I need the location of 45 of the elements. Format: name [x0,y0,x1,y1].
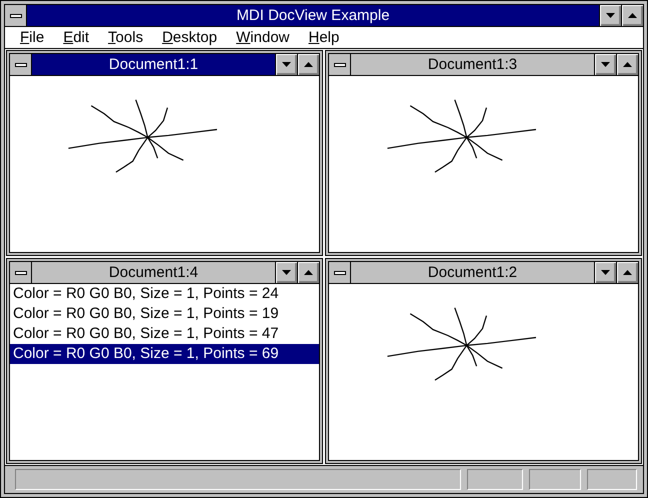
maximize-button[interactable] [297,262,319,283]
minimize-icon [601,270,610,275]
window-title: MDI DocView Example [235,6,391,26]
system-menu-icon [14,270,26,274]
menu-item[interactable]: Tools [99,27,154,48]
status-pane [467,469,523,490]
system-menu-button[interactable] [5,5,27,26]
menu-item[interactable]: File [11,27,54,48]
document-title: Document1:2 [426,263,518,283]
status-pane [587,469,637,490]
maximize-icon [628,13,637,18]
minimize-button[interactable] [599,5,621,26]
menu-item[interactable]: Edit [54,27,100,48]
system-menu-icon [334,62,346,66]
menu-item[interactable]: Desktop [153,27,228,48]
document-title: Document1:3 [426,55,518,75]
system-menu-button[interactable] [10,54,32,75]
list-item[interactable]: Color = R0 G0 B0, Size = 1, Points = 19 [10,304,319,324]
maximize-button[interactable] [616,54,638,75]
status-pane [529,469,581,490]
list-item[interactable]: Color = R0 G0 B0, Size = 1, Points = 69 [10,344,319,364]
document-title: Document1:4 [108,263,200,283]
maximize-button[interactable] [616,262,638,283]
system-menu-icon [14,62,26,66]
maximize-button[interactable] [297,54,319,75]
system-menu-icon [10,14,22,18]
minimize-button[interactable] [594,262,616,283]
minimize-icon [601,62,610,67]
minimize-icon [282,270,291,275]
minimize-button[interactable] [275,54,297,75]
maximize-icon [623,270,632,275]
minimize-button[interactable] [275,262,297,283]
list-item[interactable]: Color = R0 G0 B0, Size = 1, Points = 24 [10,284,319,304]
list-item[interactable]: Color = R0 G0 B0, Size = 1, Points = 47 [10,324,319,344]
maximize-icon [304,270,313,275]
maximize-icon [623,62,632,67]
maximize-button[interactable] [621,5,643,26]
document-title: Document1:1 [108,55,200,75]
menu-item[interactable]: Help [300,27,350,48]
minimize-button[interactable] [594,54,616,75]
minimize-icon [606,13,615,18]
maximize-icon [304,62,313,67]
system-menu-icon [334,270,346,274]
minimize-icon [282,62,291,67]
menu-item[interactable]: Window [227,27,300,48]
